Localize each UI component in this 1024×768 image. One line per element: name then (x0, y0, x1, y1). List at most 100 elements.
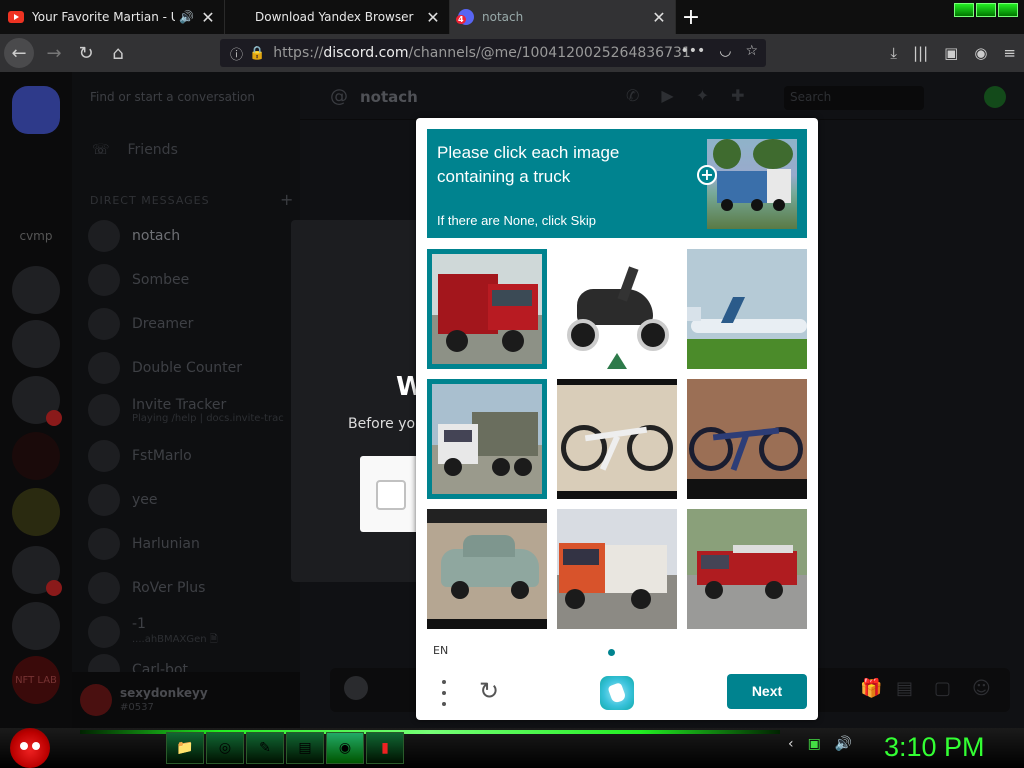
lock-icon[interactable]: 🔒 (249, 46, 265, 61)
gift-icon[interactable]: 🎁 (860, 678, 882, 699)
forward-button[interactable]: → (38, 37, 70, 69)
page-actions-icon[interactable]: ••• (680, 43, 705, 59)
firefox-icon[interactable]: ◉ (326, 732, 364, 764)
expand-example-icon[interactable]: + (697, 165, 717, 185)
maximize-button[interactable] (976, 3, 996, 17)
server-icon[interactable] (12, 546, 62, 596)
paint-icon[interactable]: ✎ (246, 732, 284, 764)
hamburger-menu-icon[interactable]: ≡ (1003, 44, 1016, 62)
window-controls (954, 3, 1018, 17)
download-icon[interactable]: ⤓ (890, 44, 897, 62)
sidebar-icon[interactable]: ▣ (944, 44, 958, 62)
tab-discord[interactable]: 4 notach ✕ (450, 0, 676, 34)
search-input[interactable]: Search (784, 86, 924, 110)
server-icon[interactable] (12, 320, 60, 368)
close-tab-button[interactable]: ✕ (651, 8, 667, 27)
clock[interactable]: 3:10 PM (884, 732, 985, 763)
next-button[interactable]: Next (727, 674, 807, 709)
add-attachment-icon[interactable] (344, 676, 368, 700)
avatar (88, 264, 120, 296)
avatar (88, 440, 120, 472)
server-icon[interactable] (12, 432, 60, 480)
dm-item[interactable]: Sombee (88, 262, 189, 298)
volume-icon[interactable]: 🔊 (835, 736, 852, 752)
add-friend-icon[interactable]: ✚ (731, 86, 744, 105)
server-label[interactable]: NFT LAB (12, 656, 60, 704)
url-prefix: https:// (273, 45, 324, 61)
language-selector[interactable]: EN (433, 644, 448, 657)
start-button-angry-bird-icon[interactable] (10, 728, 50, 768)
server-icon[interactable] (12, 602, 60, 650)
prompt-subtitle: If there are None, click Skip (437, 213, 596, 228)
gif-icon[interactable]: ▤ (896, 678, 913, 699)
new-tab-button[interactable]: + (676, 0, 706, 34)
folder-icon[interactable]: 📁 (166, 732, 204, 764)
dm-item[interactable]: yee (88, 482, 158, 518)
discord-icon: 4 (456, 9, 474, 25)
taskbar: 📁 ◎ ✎ ▤ ◉ ▮ ‹ ▣ 🔊 3:10 PM (0, 728, 1024, 768)
dm-header: DIRECT MESSAGES (90, 194, 210, 207)
reload-button[interactable]: ↻ (70, 37, 102, 69)
help-icon[interactable] (984, 86, 1006, 108)
captcha-checkbox[interactable] (376, 480, 406, 510)
tab-yandex[interactable]: Download Yandex Browser ✕ (225, 0, 450, 34)
tile-orange-truck[interactable] (557, 509, 677, 629)
dm-item[interactable]: RoVer Plus (88, 570, 205, 606)
close-tab-button[interactable]: ✕ (425, 8, 441, 27)
speaker-icon[interactable]: 🔊 (179, 10, 194, 24)
avatar[interactable] (80, 684, 112, 716)
dm-item[interactable]: Double Counter (88, 350, 242, 386)
call-icon[interactable]: ✆ (626, 86, 639, 105)
refresh-icon[interactable]: ↻ (476, 678, 502, 704)
notepad-icon[interactable]: ▤ (286, 732, 324, 764)
bookmark-star-icon[interactable]: ☆ (745, 43, 758, 59)
tile-airplane[interactable] (687, 249, 807, 369)
tile-blue-bicycle[interactable] (687, 379, 807, 499)
close-window-button[interactable] (998, 3, 1018, 17)
tile-vintage-car[interactable] (427, 509, 547, 629)
dm-item[interactable]: notach (88, 218, 180, 254)
server-icon[interactable] (12, 266, 60, 314)
library-icon[interactable]: ||| (913, 44, 928, 62)
tile-white-bicycle[interactable] (557, 379, 677, 499)
video-icon[interactable]: ▶ (661, 86, 673, 105)
url-bar[interactable]: ⓘ 🔒 https:// discord.com /channels/@me/1… (220, 39, 766, 67)
back-button[interactable]: ← (4, 38, 34, 68)
dm-item[interactable]: -1 ....ahBMAXGen 🗎 (88, 614, 218, 650)
tile-white-truck[interactable] (427, 379, 547, 499)
tile-scooter[interactable] (557, 249, 677, 369)
pdf-icon[interactable]: ▮ (366, 732, 404, 764)
close-tab-button[interactable]: ✕ (200, 8, 216, 27)
chrome-icon[interactable]: ◎ (206, 732, 244, 764)
find-conversation-input[interactable]: Find or start a conversation (90, 90, 255, 104)
back-arrow-tray-icon[interactable]: ‹ (788, 736, 794, 752)
more-options-icon[interactable] (436, 680, 452, 706)
home-button[interactable]: ⌂ (102, 37, 134, 69)
discord-home-icon[interactable] (12, 86, 60, 134)
minimize-button[interactable] (954, 3, 974, 17)
dm-item[interactable]: Harlunian (88, 526, 200, 562)
tab-youtube[interactable]: Your Favorite Martian - Unc 🔊 ✕ (0, 0, 225, 34)
friends-link[interactable]: ☏ Friends (92, 142, 178, 158)
dm-item[interactable]: Invite Tracker Playing /help | docs.invit… (88, 392, 284, 428)
friends-icon: ☏ (92, 142, 110, 158)
server-icon[interactable] (12, 488, 60, 536)
add-dm-button[interactable]: + (280, 190, 293, 209)
tile-red-truck[interactable] (427, 249, 547, 369)
network-icon[interactable]: ▣ (808, 736, 821, 752)
account-icon[interactable]: ◉ (974, 44, 987, 62)
dm-item[interactable]: FstMarlo (88, 438, 192, 474)
hcaptcha-logo-icon[interactable] (600, 676, 634, 710)
notification-badge: 4 (456, 15, 466, 24)
pocket-icon[interactable]: ◡ (719, 43, 731, 59)
page-indicator-dot (608, 649, 615, 656)
pin-icon[interactable]: ✦ (696, 86, 709, 105)
server-label[interactable]: cvmp (12, 212, 60, 260)
dm-item[interactable]: Dreamer (88, 306, 193, 342)
server-icon[interactable] (12, 376, 62, 426)
info-icon[interactable]: ⓘ (230, 44, 243, 63)
tab-title: Download Yandex Browser (255, 10, 414, 24)
tile-fire-truck[interactable] (687, 509, 807, 629)
emoji-icon[interactable]: ☺ (972, 678, 991, 699)
sticker-icon[interactable]: ▢ (934, 678, 951, 699)
